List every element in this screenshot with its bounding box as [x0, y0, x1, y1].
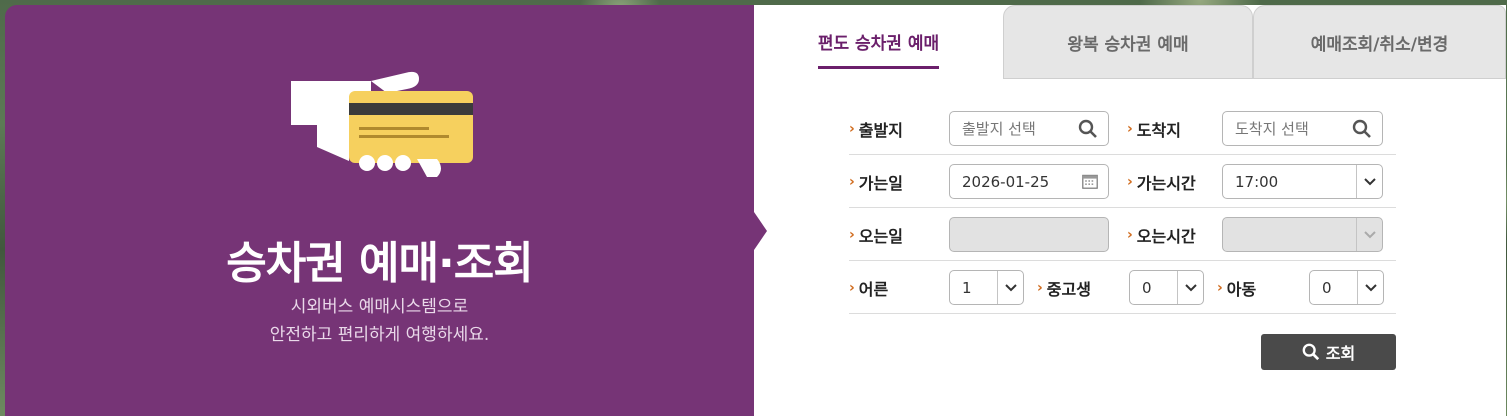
go-time-select[interactable]: 17:00 — [1222, 164, 1383, 199]
youth-label: › 중고생 — [1037, 261, 1091, 314]
bullet-arrow-icon: › — [1127, 226, 1133, 243]
panel-pointer — [754, 212, 767, 250]
booking-panel: 왕복 승차권 예매 예매조회/취소/변경 편도 승차권 예매 › 출발지 출발지 … — [754, 5, 1506, 416]
return-time-label-text: 오는시간 — [1136, 226, 1196, 246]
departure-label: › 출발지 — [849, 102, 903, 155]
form-row-route: › 출발지 출발지 선택 › 도착지 도착지 선택 — [849, 102, 1396, 155]
arrival-field[interactable]: 도착지 선택 — [1222, 111, 1383, 146]
tab-round-trip[interactable]: 왕복 승차권 예매 — [1003, 5, 1253, 79]
booking-form: › 출발지 출발지 선택 › 도착지 도착지 선택 › 가는일 2026-01-25 … — [849, 102, 1396, 314]
bullet-arrow-icon: › — [849, 120, 855, 137]
form-row-passengers: › 어른 1 › 중고생 0 › 아동 0 — [849, 261, 1396, 314]
return-time-select[interactable] — [1222, 217, 1383, 252]
departure-label-text: 출발지 — [858, 120, 903, 140]
youth-count-select[interactable]: 0 — [1129, 270, 1204, 305]
adult-count-value: 1 — [962, 278, 972, 297]
bullet-arrow-icon: › — [849, 173, 855, 190]
go-date-field[interactable]: 2026-01-25 — [949, 164, 1109, 199]
hero-subtitle-line1: 시외버스 예매시스템으로 — [290, 297, 469, 317]
booking-tabs: 왕복 승차권 예매 예매조회/취소/변경 편도 승차권 예매 — [754, 5, 1506, 79]
adult-count-select[interactable]: 1 — [949, 270, 1024, 305]
go-date-label: › 가는일 — [849, 155, 903, 208]
child-count-select[interactable]: 0 — [1309, 270, 1384, 305]
youth-count-value: 0 — [1142, 278, 1152, 297]
bullet-arrow-icon: › — [849, 226, 855, 243]
tab-round-trip-label: 왕복 승차권 예매 — [1067, 34, 1189, 55]
go-date-label-text: 가는일 — [858, 173, 903, 193]
arrival-placeholder: 도착지 선택 — [1235, 120, 1309, 138]
return-time-label: › 오는시간 — [1127, 208, 1196, 261]
go-date-value: 2026-01-25 — [962, 172, 1050, 191]
hero-title: 승차권 예매·조회 — [226, 238, 533, 289]
hero-subtitle: 시외버스 예매시스템으로 안전하고 편리하게 여행하세요. — [5, 293, 754, 349]
hero-panel: 승차권 예매·조회 시외버스 예매시스템으로 안전하고 편리하게 여행하세요. — [5, 5, 754, 416]
tab-one-way[interactable]: 편도 승차권 예매 — [754, 5, 1003, 79]
bullet-arrow-icon: › — [1127, 173, 1133, 190]
form-row-go: › 가는일 2026-01-25 › 가는시간 17:00 — [849, 155, 1396, 208]
return-date-field[interactable] — [949, 217, 1109, 252]
bullet-arrow-icon: › — [849, 279, 855, 296]
bullet-arrow-icon: › — [1217, 279, 1223, 296]
search-button[interactable]: 조회 — [1261, 334, 1396, 370]
chevron-down-icon — [1356, 218, 1382, 251]
tab-inquiry-cancel-label: 예매조회/취소/변경 — [1310, 34, 1449, 55]
return-date-label-text: 오는일 — [858, 226, 903, 246]
return-date-label: › 오는일 — [849, 208, 903, 261]
tab-inquiry-cancel[interactable]: 예매조회/취소/변경 — [1253, 5, 1506, 79]
arrival-label-text: 도착지 — [1136, 120, 1181, 140]
departure-field[interactable]: 출발지 선택 — [949, 111, 1109, 146]
go-time-label: › 가는시간 — [1127, 155, 1196, 208]
child-count-value: 0 — [1322, 278, 1332, 297]
go-time-value: 17:00 — [1235, 172, 1279, 191]
search-icon — [1302, 343, 1319, 361]
search-button-label: 조회 — [1325, 344, 1356, 363]
calendar-icon[interactable] — [1082, 173, 1098, 189]
departure-placeholder: 출발지 선택 — [962, 120, 1036, 138]
child-label: › 아동 — [1217, 261, 1256, 314]
hero-subtitle-line2: 안전하고 편리하게 여행하세요. — [269, 325, 490, 345]
search-icon — [1352, 119, 1371, 138]
bullet-arrow-icon: › — [1127, 120, 1133, 137]
adult-label-text: 어른 — [858, 279, 889, 299]
tab-one-way-label: 편도 승차권 예매 — [817, 29, 940, 69]
chevron-down-icon — [1357, 271, 1383, 304]
chevron-down-icon — [1177, 271, 1203, 304]
child-label-text: 아동 — [1226, 279, 1257, 299]
arrival-label: › 도착지 — [1127, 102, 1181, 155]
chevron-down-icon — [1356, 165, 1382, 198]
go-time-label-text: 가는시간 — [1136, 173, 1196, 193]
chevron-down-icon — [997, 271, 1023, 304]
search-icon — [1078, 119, 1097, 138]
adult-label: › 어른 — [849, 261, 888, 314]
ticket-card-illustration — [291, 71, 473, 177]
form-row-return: › 오는일 › 오는시간 — [849, 208, 1396, 261]
youth-label-text: 중고생 — [1046, 279, 1091, 299]
bullet-arrow-icon: › — [1037, 279, 1043, 296]
